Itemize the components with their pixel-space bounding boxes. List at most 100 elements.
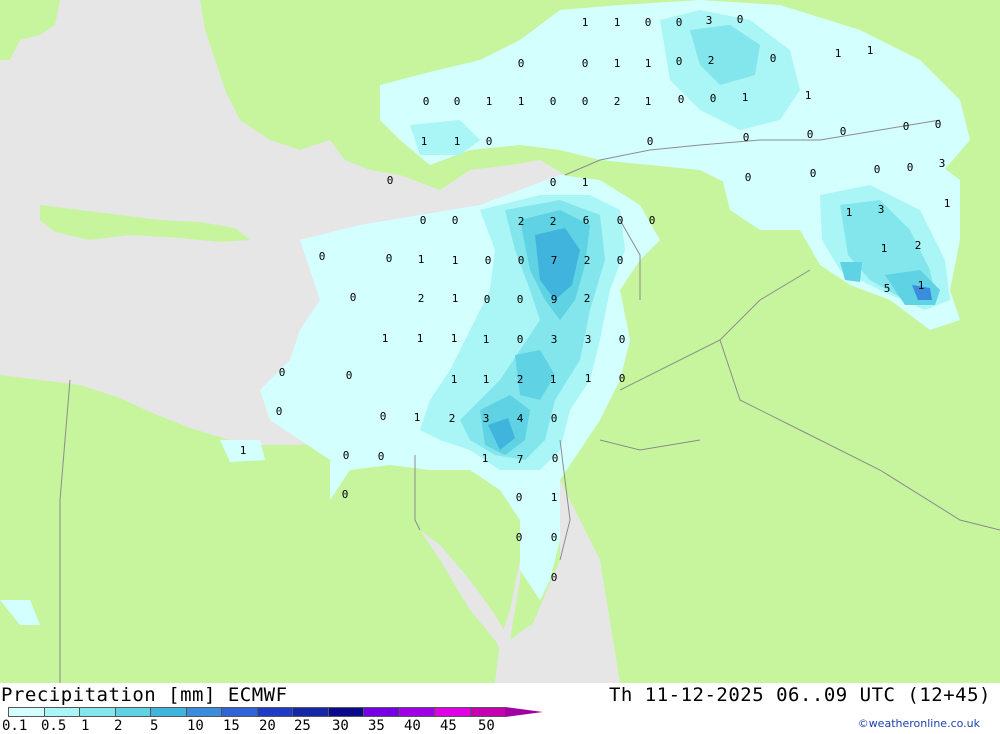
precip-value-label: 1	[645, 57, 652, 70]
precip-value-label: 0	[454, 95, 461, 108]
precip-value-label: 0	[907, 161, 914, 174]
precip-value-label: 0	[484, 293, 491, 306]
precip-value-label: 2	[584, 292, 591, 305]
precip-value-label: 0	[518, 57, 525, 70]
precip-value-label: 0	[276, 405, 283, 418]
precip-value-label: 0	[617, 214, 624, 227]
legend-swatch	[114, 707, 150, 717]
precip-value-label: 1	[582, 176, 589, 189]
precip-value-label: 0	[550, 176, 557, 189]
precip-value-label: 0	[551, 571, 558, 584]
legend-swatch	[221, 707, 257, 717]
precip-value-label: 1	[483, 333, 490, 346]
precip-value-label: 0	[551, 531, 558, 544]
precip-value-label: 1	[483, 373, 490, 386]
precip-value-label: 0	[516, 531, 523, 544]
precip-value-label: 0	[423, 95, 430, 108]
legend-swatch	[398, 707, 434, 717]
precip-value-label: 0	[935, 118, 942, 131]
precip-value-label: 0	[342, 488, 349, 501]
precip-value-label: 0	[485, 254, 492, 267]
legend-tick: 10	[187, 718, 204, 734]
legend-swatch	[363, 707, 399, 717]
legend-tick: 5	[150, 718, 159, 734]
precip-value-label: 0	[387, 174, 394, 187]
precip-value-label: 0	[279, 366, 286, 379]
precip-value-label: 1	[614, 57, 621, 70]
precip-value-label: 0	[743, 131, 750, 144]
precip-value-label: 0	[582, 57, 589, 70]
precip-value-label: 0	[582, 95, 589, 108]
legend-tick: 35	[368, 718, 385, 734]
precip-value-label: 1	[482, 452, 489, 465]
precip-value-label: 1	[452, 292, 459, 305]
precip-value-label: 3	[939, 157, 946, 170]
precip-value-label: 0	[770, 52, 777, 65]
precip-value-label: 0	[350, 291, 357, 304]
legend-tick: 25	[294, 718, 311, 734]
precip-value-label: 1	[918, 279, 925, 292]
precip-value-label: 0	[550, 95, 557, 108]
precip-value-label: 1	[414, 411, 421, 424]
precip-value-label: 1	[585, 372, 592, 385]
precip-value-label: 0	[649, 214, 656, 227]
precip-value-label: 0	[737, 13, 744, 26]
precip-value-label: 2	[418, 292, 425, 305]
legend-swatch	[469, 707, 505, 717]
precip-value-label: 0	[420, 214, 427, 227]
precip-value-label: 1	[417, 332, 424, 345]
legend-swatch	[434, 707, 470, 717]
precip-value-label: 0	[678, 93, 685, 106]
precip-value-label: 3	[878, 203, 885, 216]
credit-link[interactable]: ©weatheronline.co.uk	[858, 717, 980, 730]
legend-tick: 0.5	[41, 718, 67, 734]
precip-value-label: 0	[517, 333, 524, 346]
legend-tick: 2	[114, 718, 123, 734]
precip-value-label: 1	[486, 95, 493, 108]
legend-tick: 15	[223, 718, 240, 734]
legend-tick: 0.1	[2, 718, 28, 734]
precip-value-label: 1	[645, 95, 652, 108]
legend-swatch	[256, 707, 292, 717]
precip-value-label: 1	[550, 373, 557, 386]
legend-swatch	[185, 707, 221, 717]
precip-value-label: 0	[552, 452, 559, 465]
precip-value-label: 0	[676, 16, 683, 29]
precip-value-label: 1	[846, 206, 853, 219]
precip-value-label: 1	[418, 253, 425, 266]
precip-value-label: 6	[583, 214, 590, 227]
precip-value-label: 3	[551, 333, 558, 346]
precipitation-map: 1 1 0 0 3 0 0 0 1 1 0 2 0 1 1 0 0 1 1 0 0 2 1 0 0 1 1 1 1 0 0 0 0 0 0 0 0 0 1 0…	[0, 0, 1000, 683]
legend-tick: 20	[259, 718, 276, 734]
legend-swatch	[292, 707, 328, 717]
precip-value-label: 1	[454, 135, 461, 148]
valid-time: Th 11-12-2025 06..09 UTC (12+45)	[608, 684, 991, 706]
precip-value-label: 0	[319, 250, 326, 263]
precip-value-label: 1	[614, 16, 621, 29]
legend-swatch	[327, 707, 363, 717]
precip-value-label: 1	[835, 47, 842, 60]
precip-value-label: 0	[551, 412, 558, 425]
precip-value-label: 2	[614, 95, 621, 108]
precip-value-label: 0	[676, 55, 683, 68]
precip-value-label: 0	[745, 171, 752, 184]
precip-value-label: 3	[585, 333, 592, 346]
precip-value-label: 0	[617, 254, 624, 267]
precip-value-label: 0	[874, 163, 881, 176]
precip-value-label: 0	[386, 252, 393, 265]
precip-value-label: 1	[944, 197, 951, 210]
legend-swatch	[150, 707, 186, 717]
map-title: Precipitation [mm] ECMWF	[1, 684, 288, 706]
color-legend	[8, 707, 543, 718]
precip-value-label: 1	[382, 332, 389, 345]
precip-value-label: 0	[810, 167, 817, 180]
legend-arrow	[505, 707, 543, 717]
precip-value-label: 0	[807, 128, 814, 141]
precip-value-label: 0	[645, 16, 652, 29]
precip-value-label: 1	[240, 444, 247, 457]
precip-value-label: 5	[884, 282, 891, 295]
precip-value-label: 2	[708, 54, 715, 67]
precip-value-label: 0	[710, 92, 717, 105]
precip-value-label: 3	[483, 412, 490, 425]
precip-value-label: 2	[517, 373, 524, 386]
